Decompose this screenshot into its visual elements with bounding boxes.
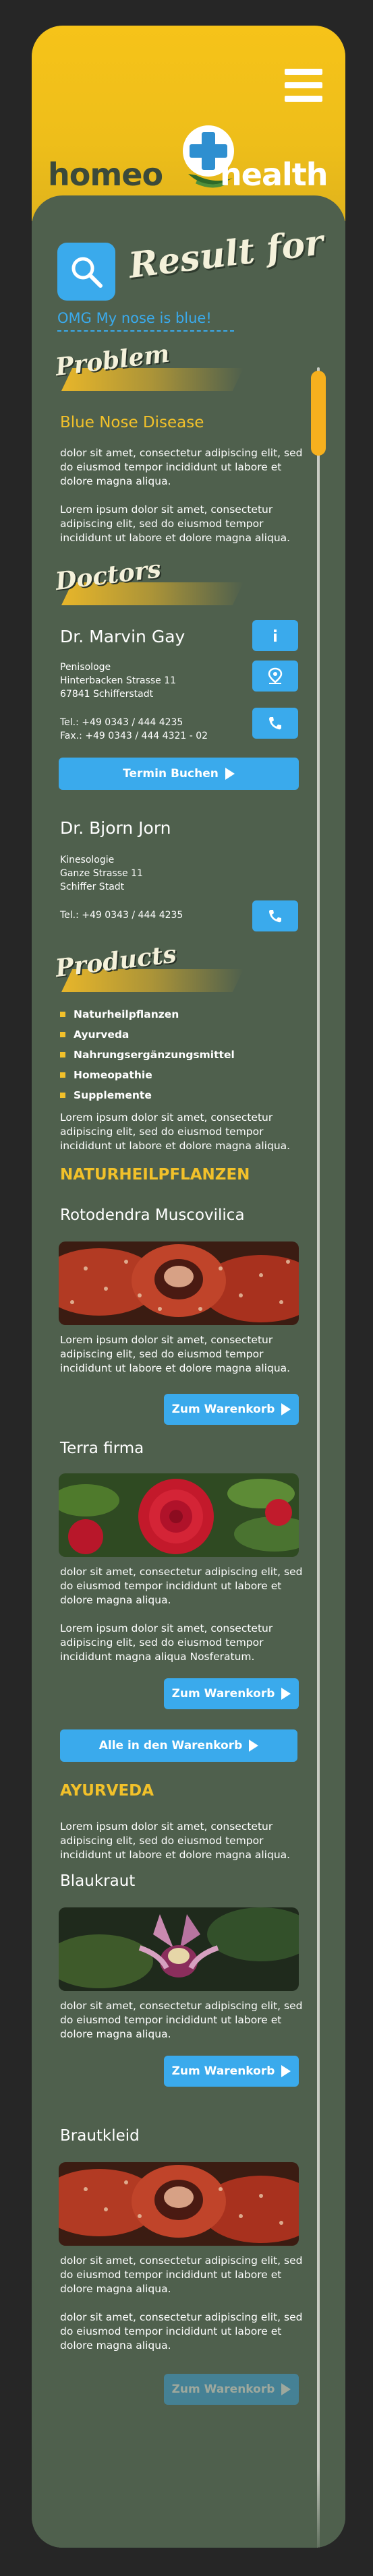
search-query[interactable]: OMG My nose is blue!: [57, 310, 234, 332]
play-arrow-icon: [281, 1403, 291, 1415]
play-arrow-icon: [225, 768, 235, 780]
product-category-list: Naturheilpflanzen Ayurveda Nahrungsergän…: [60, 1004, 235, 1105]
list-item[interactable]: Naturheilpflanzen: [60, 1004, 235, 1024]
add-all-to-cart-button[interactable]: Alle in den Warenkorb: [60, 1729, 297, 1762]
problem-title: Blue Nose Disease: [60, 414, 204, 431]
product-text: Lorem ipsum dolor sit amet, consectetur …: [60, 1334, 291, 1374]
location-pin-icon: [268, 667, 283, 684]
phone-frame: homeo health Result for OMG My nose is b…: [32, 26, 345, 2548]
doctor-name: Dr. Bjorn Jorn: [60, 818, 171, 838]
product-name: Rotodendra Muscovilica: [60, 1206, 245, 1224]
section-header-products: Products: [52, 940, 254, 999]
product-image: [59, 1241, 299, 1325]
add-to-cart-button[interactable]: Zum Warenkorb: [164, 1394, 299, 1425]
doctor-street: Ganze Strasse 11: [60, 868, 143, 879]
bottom-fade: [32, 2467, 345, 2548]
doctor-name: Dr. Marvin Gay: [60, 627, 185, 646]
book-appointment-button[interactable]: Termin Buchen: [59, 758, 299, 790]
search-icon: [71, 257, 103, 288]
doctor-specialty: Kinesologie: [60, 855, 115, 865]
hamburger-icon[interactable]: [285, 69, 322, 102]
logo-text-homeo: homeo: [48, 156, 163, 193]
doctor-city: Schiffer Stadt: [60, 882, 125, 892]
main-content: Result for OMG My nose is blue! Problem …: [32, 195, 345, 2548]
info-icon: [274, 630, 277, 642]
category-heading: NATURHEILPFLANZEN: [60, 1166, 250, 1184]
app-header: homeo health: [32, 26, 345, 221]
doctor-phone-button[interactable]: [252, 900, 298, 931]
product-image: [59, 1473, 299, 1557]
doctor-phone-button[interactable]: [252, 708, 298, 739]
play-arrow-icon: [281, 1688, 291, 1700]
result-title: Result for: [126, 222, 326, 286]
product-text: dolor sit amet, consectetur adipiscing e…: [60, 2255, 303, 2295]
phone-icon: [269, 717, 281, 730]
logo-text-health: health: [220, 156, 328, 193]
scrollbar-thumb[interactable]: [311, 371, 326, 456]
play-arrow-icon: [249, 1740, 259, 1752]
logo: homeo health: [48, 120, 331, 194]
add-to-cart-button[interactable]: Zum Warenkorb: [164, 2056, 299, 2087]
add-to-cart-button[interactable]: Zum Warenkorb: [164, 2374, 299, 2405]
product-text: dolor sit amet, consectetur adipiscing e…: [60, 1566, 303, 1606]
category-intro: Lorem ipsum dolor sit amet, consectetur …: [60, 1820, 291, 1861]
product-text: Lorem ipsum dolor sit amet, consectetur …: [60, 1622, 273, 1663]
doctor-location-button[interactable]: [252, 661, 298, 692]
scrollbar-track[interactable]: [317, 367, 320, 2548]
product-image: [59, 1907, 299, 1991]
category-heading: AYURVEDA: [60, 1782, 154, 1800]
product-text: dolor sit amet, consectetur adipiscing e…: [60, 2000, 303, 2040]
section-header-problem: Problem: [52, 340, 254, 398]
list-item[interactable]: Homeopathie: [60, 1065, 235, 1085]
product-name: Terra firma: [60, 1440, 144, 1457]
phone-icon: [269, 910, 281, 923]
list-item[interactable]: Nahrungsergänzungsmittel: [60, 1045, 235, 1065]
add-to-cart-button[interactable]: Zum Warenkorb: [164, 1678, 299, 1709]
list-item[interactable]: Supplemente: [60, 1085, 235, 1105]
products-intro: Lorem ipsum dolor sit amet, consectetur …: [60, 1111, 291, 1152]
search-button[interactable]: [57, 243, 115, 301]
section-header-doctors: Doctors: [52, 555, 254, 612]
list-item[interactable]: Ayurveda: [60, 1024, 235, 1045]
product-name: Blaukraut: [60, 1872, 136, 1890]
product-name: Brautkleid: [60, 2127, 140, 2145]
play-arrow-icon: [281, 2065, 291, 2077]
doctor-info-button[interactable]: [252, 620, 298, 651]
product-image: [59, 2162, 299, 2246]
product-text: dolor sit amet, consectetur adipiscing e…: [60, 2311, 303, 2352]
problem-text: Lorem ipsum dolor sit amet, consectetur …: [60, 503, 291, 544]
problem-text: dolor sit amet, consectetur adipiscing e…: [60, 447, 303, 487]
play-arrow-icon: [281, 2383, 291, 2395]
